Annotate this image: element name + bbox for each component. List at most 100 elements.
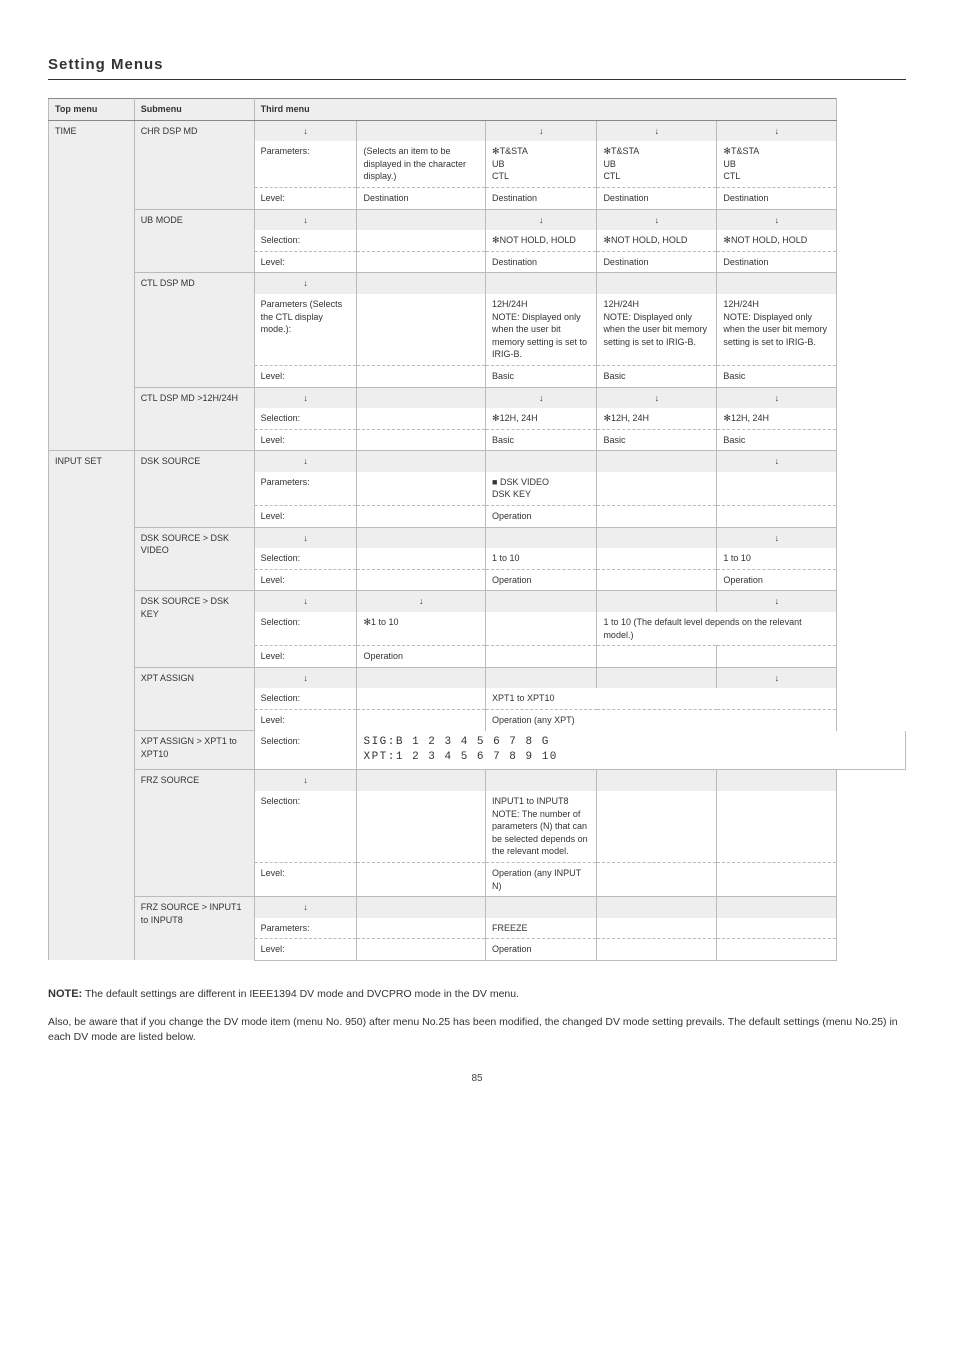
value-cell: Parameters: xyxy=(254,141,357,187)
submenu-cell: CHR DSP MD xyxy=(134,120,254,209)
value-cell: Operation xyxy=(486,569,597,591)
value-cell xyxy=(717,918,837,939)
param-cell xyxy=(717,273,837,294)
value-cell xyxy=(486,646,597,668)
param-cell xyxy=(357,209,486,230)
value-cell xyxy=(597,918,717,939)
param-cell: ↓ xyxy=(254,527,357,548)
value-cell: Destination xyxy=(717,251,837,273)
submenu-cell: DSK SOURCE > DSK VIDEO xyxy=(134,527,254,591)
param-cell xyxy=(486,273,597,294)
param-cell: ↓ xyxy=(254,770,357,791)
param-cell: ↓ xyxy=(717,591,837,612)
value-cell xyxy=(357,365,486,387)
param-cell xyxy=(597,667,717,688)
submenu-cell: CTL DSP MD xyxy=(134,273,254,387)
value-cell xyxy=(597,569,717,591)
value-cell: Level: xyxy=(254,862,357,896)
param-cell: ↓ xyxy=(357,591,486,612)
value-cell: 1 to 10 xyxy=(486,548,597,569)
param-cell xyxy=(486,770,597,791)
value-cell: Operation xyxy=(486,506,597,528)
param-cell xyxy=(597,451,717,472)
submenu-cell: FRZ SOURCE xyxy=(134,770,254,897)
param-cell: ↓ xyxy=(254,667,357,688)
param-cell xyxy=(597,527,717,548)
value-cell: FREEZE xyxy=(486,918,597,939)
param-cell xyxy=(357,451,486,472)
value-cell: (Selects an item to be displayed in the … xyxy=(357,141,486,187)
value-cell: ✻T&STAUBCTL xyxy=(597,141,717,187)
value-cell: Level: xyxy=(254,646,357,668)
value-cell: ✻12H, 24H xyxy=(717,408,837,429)
param-cell: ↓ xyxy=(597,209,717,230)
value-cell: Operation xyxy=(357,646,486,668)
menu-table: Top menu Submenu Third menu TIMECHR DSP … xyxy=(48,98,906,961)
value-cell xyxy=(357,506,486,528)
value-cell: ✻NOT HOLD, HOLD xyxy=(486,230,597,251)
param-cell: ↓ xyxy=(717,387,837,408)
param-cell: ↓ xyxy=(254,897,357,918)
param-cell: ↓ xyxy=(486,209,597,230)
value-cell: INPUT1 to INPUT8NOTE: The number of para… xyxy=(486,791,597,862)
value-cell: ■ DSK VIDEODSK KEY xyxy=(486,472,597,506)
param-cell: ↓ xyxy=(717,120,837,141)
param-cell: ↓ xyxy=(254,273,357,294)
value-cell: XPT1 to XPT10 xyxy=(486,688,837,709)
value-cell: Level: xyxy=(254,710,357,731)
value-cell xyxy=(357,548,486,569)
param-cell: ↓ xyxy=(254,591,357,612)
value-cell: Level: xyxy=(254,187,357,209)
value-cell: Operation (any INPUT N) xyxy=(486,862,597,896)
value-cell: Destination xyxy=(486,187,597,209)
param-cell xyxy=(357,273,486,294)
value-cell: Level: xyxy=(254,251,357,273)
value-cell xyxy=(357,939,486,961)
value-cell xyxy=(717,506,837,528)
value-cell: Level: xyxy=(254,506,357,528)
value-cell: ✻NOT HOLD, HOLD xyxy=(597,230,717,251)
value-cell: 12H/24HNOTE: Displayed only when the use… xyxy=(486,294,597,365)
submenu-cell: CTL DSP MD >12H/24H xyxy=(134,387,254,451)
value-cell xyxy=(597,472,717,506)
value-cell xyxy=(717,646,837,668)
hdr-third: Third menu xyxy=(254,99,837,121)
param-cell xyxy=(597,770,717,791)
param-cell xyxy=(486,591,597,612)
value-cell xyxy=(357,408,486,429)
value-cell: ✻1 to 10 xyxy=(357,612,486,646)
value-cell: Parameters (Selects the CTL display mode… xyxy=(254,294,357,365)
submenu-cell: DSK SOURCE xyxy=(134,451,254,527)
page-number: 85 xyxy=(48,1073,906,1084)
param-cell xyxy=(357,387,486,408)
value-cell xyxy=(357,569,486,591)
param-cell: ↓ xyxy=(597,387,717,408)
param-cell xyxy=(357,120,486,141)
value-cell xyxy=(357,294,486,365)
value-cell xyxy=(357,472,486,506)
param-cell xyxy=(357,527,486,548)
submenu-cell: FRZ SOURCE > INPUT1 to INPUT8 xyxy=(134,897,254,961)
value-cell: Basic xyxy=(717,365,837,387)
value-cell xyxy=(597,646,717,668)
value-cell xyxy=(597,862,717,896)
param-cell xyxy=(357,667,486,688)
value-cell xyxy=(357,791,486,862)
value-cell: Operation xyxy=(486,939,597,961)
value-cell: Level: xyxy=(254,429,357,451)
value-cell: ✻T&STAUBCTL xyxy=(486,141,597,187)
value-cell: ✻NOT HOLD, HOLD xyxy=(717,230,837,251)
value-cell xyxy=(486,612,597,646)
param-cell: ↓ xyxy=(254,387,357,408)
value-cell: Selection: xyxy=(254,408,357,429)
value-cell: Selection: xyxy=(254,731,357,770)
param-cell xyxy=(486,451,597,472)
value-cell xyxy=(597,791,717,862)
value-cell: Destination xyxy=(717,187,837,209)
value-cell: Operation xyxy=(717,569,837,591)
param-cell xyxy=(486,667,597,688)
value-cell xyxy=(717,939,837,961)
param-cell xyxy=(717,770,837,791)
value-cell: Level: xyxy=(254,939,357,961)
hdr-top: Top menu xyxy=(49,99,135,121)
